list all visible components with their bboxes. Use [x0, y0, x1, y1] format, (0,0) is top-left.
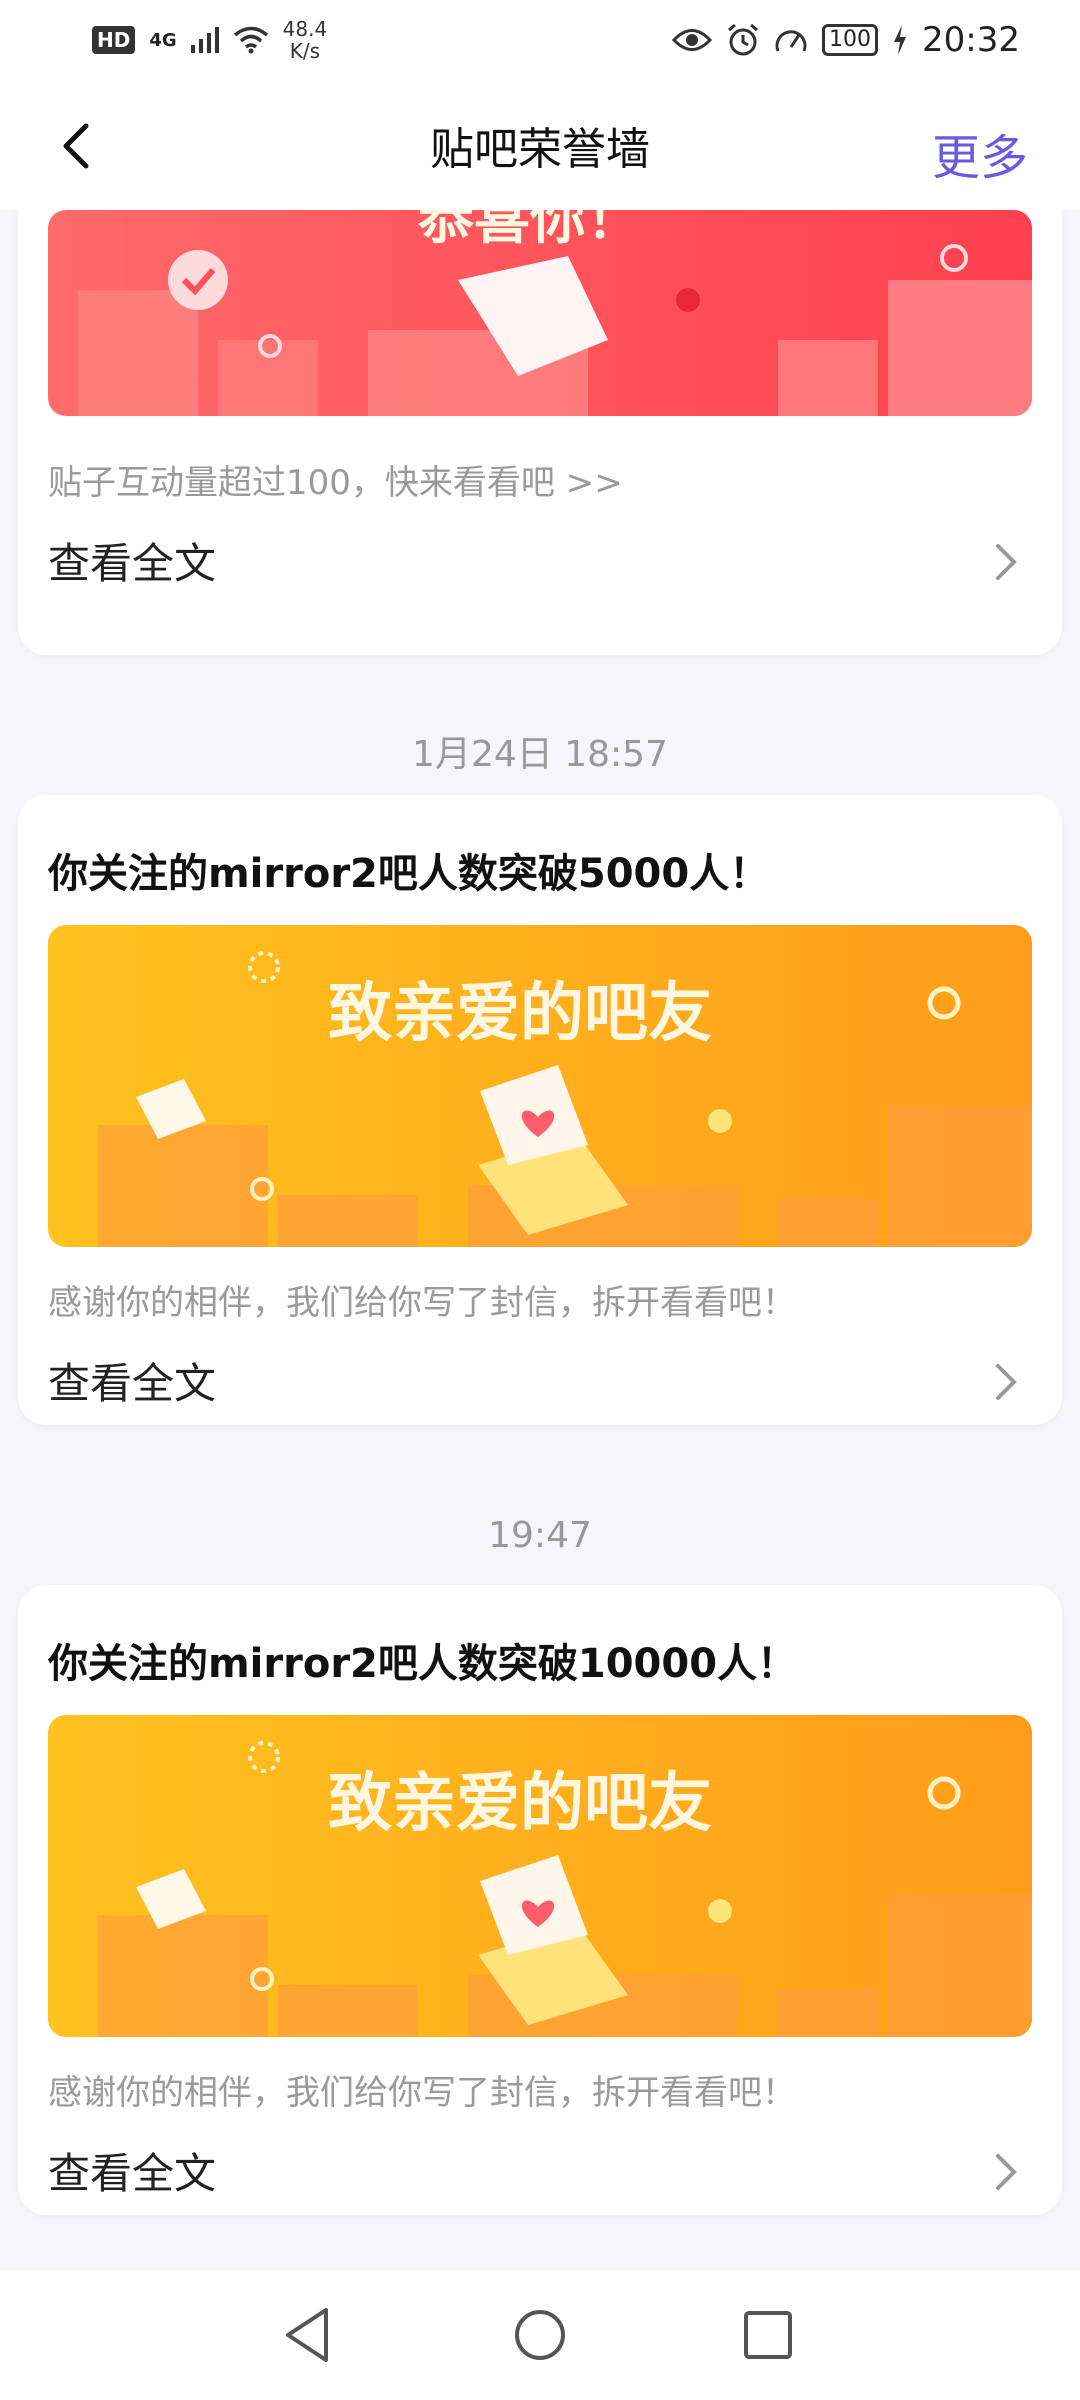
eye-icon	[672, 29, 713, 51]
timestamp: 19:47	[488, 1515, 592, 1556]
chevron-right-icon[interactable]	[990, 2150, 1022, 2194]
speedometer-icon	[775, 30, 807, 52]
card-description: 感谢你的相伴，我们给你写了封信，拆开看看吧！	[48, 1283, 796, 1323]
nav-home-icon[interactable]	[505, 2300, 575, 2370]
read-full-text-link[interactable]: 查看全文	[48, 2140, 216, 2201]
back-arrow-icon[interactable]	[48, 116, 108, 176]
page-title: 贴吧荣誉墙	[430, 124, 650, 175]
wifi-icon	[233, 26, 268, 54]
nav-recents-icon[interactable]	[733, 2300, 803, 2370]
banner-image-letter: 致亲爱的吧友	[48, 925, 1032, 1247]
charging-icon	[894, 25, 907, 55]
battery-indicator: 100	[822, 24, 879, 56]
more-button[interactable]: 更多	[932, 118, 1028, 188]
app-header: 贴吧荣誉墙 更多	[0, 80, 1080, 210]
card-description: 贴子互动量超过100，快来看看吧 >>	[48, 463, 623, 503]
card-title: 你关注的mirror2吧人数突破5000人！	[48, 851, 770, 897]
signal-icon	[190, 27, 219, 53]
network-type: 4G	[149, 29, 177, 51]
read-full-text-link[interactable]: 查看全文	[48, 1350, 216, 1411]
card-title: 你关注的mirror2吧人数突破10000人！	[48, 1641, 798, 1687]
congrats-illustration: 恭喜你！	[78, 210, 1032, 416]
letter-illustration: 致亲爱的吧友	[98, 1741, 1032, 2037]
chevron-right-icon[interactable]	[990, 540, 1022, 584]
read-full-text-link[interactable]: 查看全文	[48, 530, 216, 591]
honor-wall-feed[interactable]: 恭喜你！ 贴子互动量超过100，快来看看吧 >> 查看全文 1月24日 18:5…	[0, 210, 1080, 2270]
banner-text: 致亲爱的吧友	[328, 977, 712, 1051]
system-navigation-bar	[0, 2270, 1080, 2400]
banner-text: 恭喜你！	[417, 210, 642, 252]
speed-value: 48.4	[282, 17, 328, 41]
chevron-right-icon[interactable]	[990, 1360, 1022, 1404]
nav-back-icon[interactable]	[274, 2300, 344, 2370]
speed-unit: K/s	[289, 39, 321, 63]
timestamp: 1月24日 18:57	[412, 734, 668, 775]
status-bar: HD 4G 48.4 K/s 100 20:32	[0, 0, 1080, 80]
honor-card[interactable]: 恭喜你！ 贴子互动量超过100，快来看看吧 >> 查看全文	[18, 210, 1062, 655]
honor-card[interactable]: 你关注的mirror2吧人数突破5000人！ 致亲爱的吧友 感谢你的相伴，我们给…	[18, 795, 1062, 1425]
banner-image-congrats: 恭喜你！	[48, 210, 1032, 416]
status-right: 100 20:32	[672, 20, 1020, 60]
letter-illustration: 致亲爱的吧友	[98, 951, 1032, 1247]
banner-image-letter: 致亲爱的吧友	[48, 1715, 1032, 2037]
status-left: HD 4G 48.4 K/s	[92, 18, 327, 62]
banner-text: 致亲爱的吧友	[328, 1767, 712, 1841]
hd-badge: HD	[92, 26, 136, 54]
clock: 20:32	[922, 20, 1020, 60]
alarm-icon	[728, 23, 758, 56]
card-description: 感谢你的相伴，我们给你写了封信，拆开看看吧！	[48, 2073, 796, 2113]
network-speed: 48.4 K/s	[283, 18, 328, 62]
honor-card[interactable]: 你关注的mirror2吧人数突破10000人！ 致亲爱的吧友 感谢你的相伴，我们…	[18, 1585, 1062, 2215]
